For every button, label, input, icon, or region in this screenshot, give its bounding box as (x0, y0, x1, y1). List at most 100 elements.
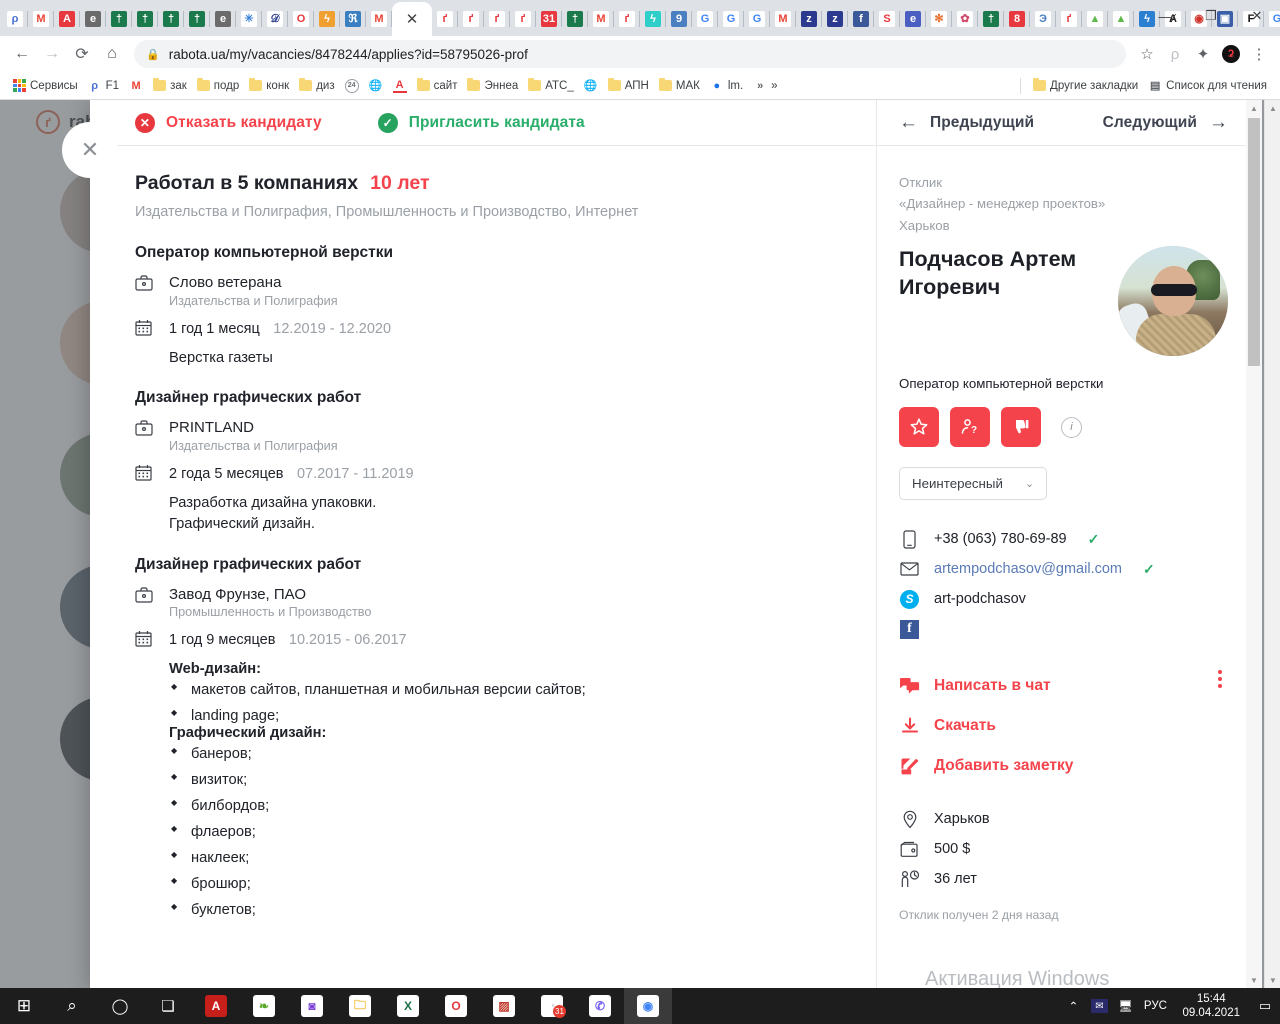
taskbar-app-viber[interactable]: ✆ (576, 988, 624, 1024)
bookmark-item[interactable]: ● lm. (705, 77, 748, 95)
back-icon[interactable]: ← (8, 40, 36, 68)
profile-icon[interactable]: ρ (1162, 41, 1188, 67)
minimize-button[interactable]: — (1142, 0, 1188, 32)
browser-tab[interactable]: S (874, 2, 900, 36)
bookmark-item[interactable]: Сервисы (8, 77, 83, 94)
close-modal-button[interactable]: ✕ (62, 122, 118, 178)
clock[interactable]: 15:44 09.04.2021 (1172, 992, 1250, 1021)
browser-tab[interactable]: ✻ (926, 2, 952, 36)
taskbar-app-adobe-acrobat[interactable]: A (192, 988, 240, 1024)
browser-tab[interactable]: G (692, 2, 718, 36)
browser-tab[interactable]: ✿ (952, 2, 978, 36)
notification-center-button[interactable]: ▭ (1250, 998, 1280, 1014)
bookmark-item[interactable]: 24 (340, 77, 364, 95)
search-button[interactable]: ⌕ (48, 988, 96, 1024)
avatar-icon[interactable]: ʡ (1218, 41, 1244, 67)
previous-candidate-button[interactable]: ← Предыдущий (899, 112, 1034, 134)
browser-tab[interactable]: Э (1030, 2, 1056, 36)
browser-tab[interactable]: ▲ (1108, 2, 1134, 36)
browser-tab[interactable]: A (54, 2, 80, 36)
browser-tab[interactable]: f (848, 2, 874, 36)
browser-tab[interactable]: ґ (432, 2, 458, 36)
bookmark-item[interactable]: конк (244, 78, 294, 94)
reload-icon[interactable]: ⟳ (68, 40, 96, 68)
taskbar-app-screen-recorder[interactable]: ◙ (288, 988, 336, 1024)
browser-tab[interactable]: 9 (666, 2, 692, 36)
bookmark-item[interactable]: сайт (412, 78, 463, 94)
email-address[interactable]: artempodchasov@gmail.com (934, 561, 1122, 577)
browser-tab[interactable]: e (900, 2, 926, 36)
bookmark-item[interactable]: АПН (603, 78, 654, 94)
language-indicator[interactable]: РУС (1138, 1000, 1172, 1012)
modal-scrollbar[interactable]: ▲ ▼ (1246, 100, 1262, 988)
scrollbar-thumb[interactable] (1248, 118, 1260, 366)
tray-mail-icon[interactable]: ✉ (1086, 999, 1112, 1013)
taskbar-app-evernote[interactable]: ❧ (240, 988, 288, 1024)
browser-tab[interactable]: M (366, 2, 392, 36)
bookmark-item[interactable]: A (388, 77, 412, 95)
browser-tab[interactable]: ґ (510, 2, 536, 36)
browser-tab[interactable]: G (718, 2, 744, 36)
start-button[interactable]: ⊞ (0, 988, 48, 1024)
bookmark-item[interactable]: МАК (654, 78, 705, 94)
scroll-down-arrow[interactable]: ▼ (1246, 972, 1262, 988)
browser-tab[interactable]: ґ (614, 2, 640, 36)
browser-tab-active[interactable]: ✕ (392, 2, 432, 36)
maximize-button[interactable]: ❐ (1188, 0, 1234, 32)
browser-tab[interactable]: 𝒟 (262, 2, 288, 36)
facebook-row[interactable]: f (899, 614, 1228, 644)
browser-tab[interactable]: 31 (536, 2, 562, 36)
bookmark-star-icon[interactable]: ☆ (1134, 41, 1160, 67)
more-options-icon[interactable] (1218, 670, 1222, 689)
email-row[interactable]: artempodchasov@gmail.com ✓ (899, 554, 1228, 584)
browser-tab[interactable]: O (288, 2, 314, 36)
bookmark-item[interactable]: M (124, 77, 148, 95)
taskbar-app-notes-app[interactable]: ▨ (480, 988, 528, 1024)
download-button[interactable]: Скачать (899, 706, 1228, 746)
bookmark-item[interactable]: подр (192, 78, 244, 94)
browser-tab[interactable]: M (28, 2, 54, 36)
browser-tab[interactable]: ℜ (340, 2, 366, 36)
tray-expand-icon[interactable]: ⌃ (1060, 999, 1086, 1013)
status-select[interactable]: Неинтересный ⌄ (899, 467, 1048, 501)
browser-tab[interactable]: † (562, 2, 588, 36)
taskbar-app-file-explorer[interactable]: 🗀 (336, 988, 384, 1024)
browser-tab[interactable]: † (132, 2, 158, 36)
browser-tab[interactable]: ϟ (640, 2, 666, 36)
bookmark-item[interactable]: 🌐 (579, 77, 603, 95)
browser-tab[interactable]: e (210, 2, 236, 36)
bookmark-item[interactable]: диз (294, 78, 339, 94)
browser-tab[interactable]: M (588, 2, 614, 36)
page-scrollbar[interactable]: ▲ ▼ (1264, 100, 1280, 988)
browser-tab[interactable]: ▲ (1082, 2, 1108, 36)
tray-network-icon[interactable]: 🖥 (1112, 999, 1138, 1013)
dislike-button[interactable] (1001, 407, 1041, 448)
taskbar-app-excel[interactable]: X (384, 988, 432, 1024)
browser-tab[interactable]: G (744, 2, 770, 36)
bookmark-item[interactable]: АТС_ (523, 78, 579, 94)
bookmark-item[interactable]: ▤ Список для чтения (1143, 77, 1272, 95)
bookmark-item[interactable]: »» (748, 77, 782, 95)
browser-tab[interactable]: † (184, 2, 210, 36)
skype-row[interactable]: S art-podchasov (899, 584, 1228, 614)
bookmark-item[interactable]: 🌐 (364, 77, 388, 95)
task-view-button[interactable]: ❏ (144, 988, 192, 1024)
browser-tab[interactable]: † (978, 2, 1004, 36)
reject-candidate-button[interactable]: ✕ Отказать кандидату (135, 112, 322, 133)
write-chat-button[interactable]: Написать в чат (899, 666, 1228, 706)
add-note-button[interactable]: Добавить заметку (899, 746, 1228, 786)
address-bar[interactable]: 🔒 rabota.ua/my/vacancies/8478244/applies… (134, 40, 1126, 68)
browser-tab[interactable]: z (822, 2, 848, 36)
browser-tab[interactable]: ρ (2, 2, 28, 36)
tab-close-icon[interactable]: ✕ (406, 12, 419, 27)
browser-tab[interactable]: 8 (1004, 2, 1030, 36)
taskbar-app-calendar-app[interactable]: ◔ 31 (528, 988, 576, 1024)
browser-tab[interactable]: ґ (1056, 2, 1082, 36)
forward-icon[interactable]: → (38, 40, 66, 68)
next-candidate-button[interactable]: Следующий → (1103, 112, 1228, 134)
scroll-up-arrow[interactable]: ▲ (1265, 100, 1280, 116)
browser-tab[interactable]: ϟ (314, 2, 340, 36)
cortana-button[interactable]: ◯ (96, 988, 144, 1024)
browser-tab[interactable]: ґ (458, 2, 484, 36)
invite-candidate-button[interactable]: ✓ Пригласить кандидата (377, 112, 585, 133)
